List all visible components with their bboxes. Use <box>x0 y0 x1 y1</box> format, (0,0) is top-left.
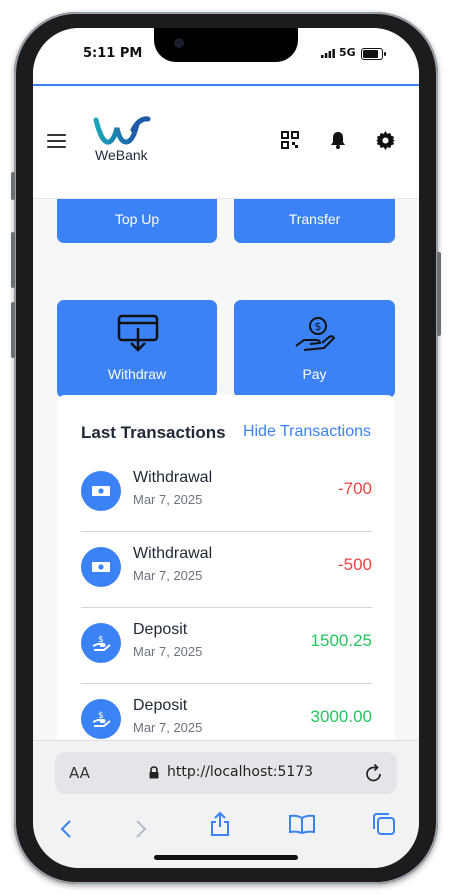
hide-transactions-link[interactable]: Hide Transactions <box>243 423 371 441</box>
transaction-row[interactable]: Withdrawal Mar 7, 2025 -500 <box>81 531 372 608</box>
bookmarks-icon[interactable] <box>289 814 315 834</box>
transaction-date: Mar 7, 2025 <box>133 644 203 659</box>
cash-icon <box>81 547 121 587</box>
text-size-button[interactable]: AA <box>69 764 90 782</box>
brand-name: WeBank <box>95 147 148 163</box>
transaction-amount: 1500.25 <box>310 631 372 650</box>
deposit-hand-icon: $ <box>81 623 121 663</box>
signal-icon <box>321 49 335 58</box>
url-text: http://localhost:5173 <box>167 764 314 780</box>
volume-up-button <box>11 232 15 288</box>
browser-toolbar: AA http://localhost:5173 <box>33 740 419 868</box>
transactions-card: Last Transactions Hide Transactions With… <box>57 395 395 740</box>
pay-label: Pay <box>302 366 327 382</box>
transaction-name: Withdrawal <box>133 469 213 486</box>
transaction-date: Mar 7, 2025 <box>133 492 203 507</box>
network-label: 5G <box>339 46 356 59</box>
transaction-amount: 3000.00 <box>310 707 372 726</box>
gear-icon[interactable] <box>376 131 395 150</box>
transaction-row[interactable]: $ Deposit Mar 7, 2025 3000.00 <box>81 683 372 740</box>
lock-icon <box>149 766 159 779</box>
transactions-title: Last Transactions <box>81 423 226 442</box>
transaction-name: Deposit <box>133 621 188 638</box>
tabs-icon[interactable] <box>372 812 396 836</box>
power-button <box>437 252 441 336</box>
notch <box>154 28 298 62</box>
webank-logo-icon[interactable] <box>93 116 151 146</box>
transaction-name: Withdrawal <box>133 545 213 562</box>
back-icon[interactable] <box>59 819 73 839</box>
menu-icon[interactable] <box>47 133 67 149</box>
transaction-row[interactable]: $ Deposit Mar 7, 2025 1500.25 <box>81 607 372 684</box>
mute-switch <box>11 172 15 200</box>
forward-icon[interactable] <box>134 819 148 839</box>
reload-icon[interactable] <box>365 763 383 783</box>
transaction-date: Mar 7, 2025 <box>133 720 203 735</box>
address-bar[interactable]: AA http://localhost:5173 <box>55 752 397 794</box>
top-up-button[interactable]: Top Up <box>57 199 217 243</box>
battery-icon <box>361 48 386 60</box>
cash-icon <box>81 471 121 511</box>
withdraw-label: Withdraw <box>107 366 167 382</box>
transfer-label: Transfer <box>288 211 341 227</box>
share-icon[interactable] <box>209 811 231 837</box>
volume-down-button <box>11 302 15 358</box>
main-content: Top Up Transfer Withdraw $ Pay Last Tran… <box>33 199 419 740</box>
pay-icon: $ <box>295 317 336 351</box>
pay-button[interactable]: $ Pay <box>234 300 395 398</box>
transaction-date: Mar 7, 2025 <box>133 568 203 583</box>
transaction-amount: -500 <box>337 555 372 574</box>
status-time: 5:11 PM <box>83 46 143 61</box>
qr-code-icon[interactable] <box>281 131 299 149</box>
transaction-amount: -700 <box>337 479 372 498</box>
withdraw-button[interactable]: Withdraw <box>57 300 217 398</box>
transaction-name: Deposit <box>133 697 188 714</box>
screen: 5:11 PM 5G WeBank Top Up Transfer Withdr… <box>33 28 419 868</box>
deposit-hand-icon: $ <box>81 699 121 739</box>
app-header: WeBank <box>33 86 419 199</box>
transaction-row[interactable]: Withdrawal Mar 7, 2025 -700 <box>81 455 372 532</box>
bell-icon[interactable] <box>329 131 347 149</box>
withdraw-icon <box>117 314 159 352</box>
top-up-label: Top Up <box>114 211 160 227</box>
transfer-button[interactable]: Transfer <box>234 199 395 243</box>
home-indicator <box>154 855 298 860</box>
svg-text:$: $ <box>315 320 322 333</box>
